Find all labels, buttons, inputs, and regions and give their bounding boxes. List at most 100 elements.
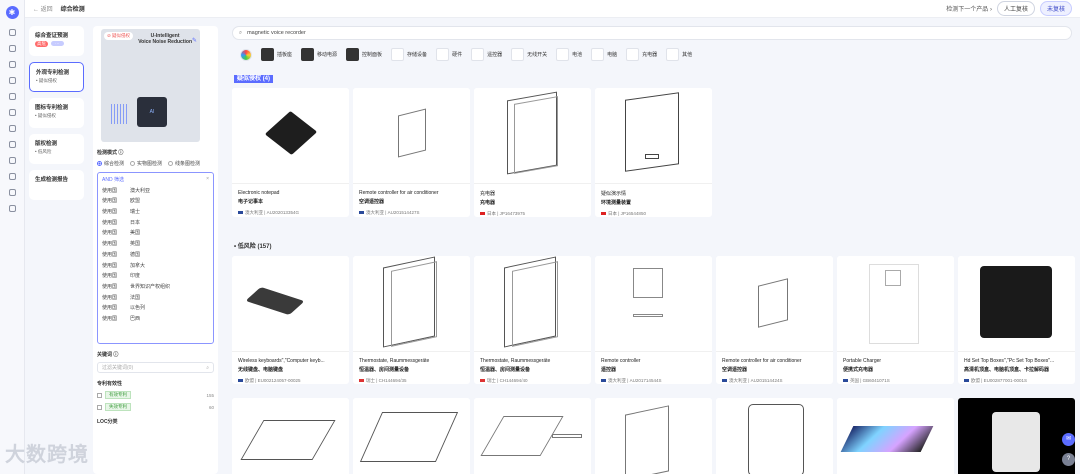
edit-icon[interactable]: ✎ (192, 37, 197, 44)
result-card[interactable]: Hd Set Top Boxes","Pc Set Top Boxes"... … (958, 256, 1075, 384)
nav-icon-12[interactable] (8, 205, 16, 212)
result-card[interactable]: Remote controller 遥控器 澳大利亚 | AU201714544… (595, 256, 712, 384)
unread-status-button[interactable]: 未复核 (1039, 1, 1072, 16)
result-card[interactable] (837, 398, 954, 474)
mode-option-line[interactable]: 线条图检测 (168, 160, 200, 167)
country-row[interactable]: 使用国 澳大利亚 (102, 187, 209, 194)
country-row[interactable]: 使用国 印度 (102, 272, 209, 279)
nav-card-title: 外观专利检测 (36, 70, 70, 76)
chip-category[interactable]: 硬件 (436, 48, 462, 61)
result-image (474, 398, 591, 474)
mode-option-combined[interactable]: 综合检测 (97, 160, 124, 167)
result-card[interactable]: 疑似演示情 环境测量装置 日本 | JP16544850 (595, 88, 712, 217)
country-row[interactable]: 使用国 法国 (102, 294, 209, 301)
nav-card-status: • 疑似侵权 (35, 113, 56, 118)
chip-category[interactable]: 充电器 (626, 48, 657, 61)
product-preview[interactable]: ⊘ 疑似侵权 U-Intelligent Voice Noise Reductio… (101, 29, 200, 142)
nav-icon-11[interactable] (8, 189, 16, 196)
result-card[interactable]: Thermostate, Raummessgeräte 恒温器、房间测量设备 瑞… (353, 256, 470, 384)
result-image (353, 398, 470, 474)
and-filter-label: AND 筛选 (102, 177, 124, 183)
search-query: magnetic voice recorder (247, 30, 306, 36)
risk-badge: 高危 (35, 41, 48, 47)
chat-icon[interactable]: ✉ (1062, 433, 1075, 446)
mode-radio-group: 综合检测 实物图检测 线条图检测 (97, 160, 214, 167)
search-input[interactable]: ⌕ magnetic voice recorder (232, 26, 1072, 40)
result-card[interactable]: Electronic notepad 电子记事本 澳大利亚 | AU202013… (232, 88, 349, 217)
radio-icon (130, 161, 136, 166)
nav-card-overall[interactable]: 综合查证预测 高危 ··· (29, 26, 84, 56)
chip-category[interactable]: 电池 (556, 48, 582, 61)
nav-card-report[interactable]: 生成检测报告 (29, 170, 84, 200)
result-card[interactable]: Remote controller for air conditioner 空调… (716, 256, 833, 384)
result-card[interactable] (716, 398, 833, 474)
help-icon[interactable]: ? (1062, 453, 1075, 466)
checkbox[interactable] (97, 404, 102, 410)
close-icon[interactable]: × (206, 176, 209, 183)
page-title: 综合检测 (60, 7, 85, 13)
result-card[interactable] (958, 398, 1075, 474)
chip-category[interactable]: 无线开关 (511, 48, 547, 61)
country-row[interactable]: 使用国 德国 (102, 251, 209, 258)
country-filter-box: AND 筛选 × 使用国 澳大利亚 使用国 欧盟 使用国 瑞士 使用国 日本 使用国 美国 … (97, 172, 214, 344)
validity-option-invalid[interactable]: 失效专利 60 (97, 403, 214, 411)
country-row[interactable]: 使用国 加拿大 (102, 262, 209, 269)
result-image (232, 88, 349, 184)
mode-option-photo[interactable]: 实物图检测 (130, 160, 162, 167)
nav-icon-7[interactable] (8, 125, 16, 132)
nav-icon-2[interactable] (8, 45, 16, 52)
nav-card-design-patent[interactable]: 外观专利检测 • 疑似侵权 (29, 62, 84, 92)
result-image (716, 256, 833, 352)
result-card[interactable]: Wireless keyboards","Computer keyb... 无线… (232, 256, 349, 384)
country-row[interactable]: 使用国 美国 (102, 229, 209, 236)
result-card[interactable] (595, 398, 712, 474)
nav-icon-9[interactable] (8, 157, 16, 164)
country-row[interactable]: 使用国 日本 (102, 219, 209, 226)
group-label: • 低风险 (157) (234, 244, 272, 250)
chip-color[interactable] (240, 48, 252, 61)
chip-category[interactable]: 遥控器 (471, 48, 502, 61)
country-row[interactable]: 使用国 以色列 (102, 304, 209, 311)
validity-option-valid[interactable]: 有效专利 155 (97, 391, 214, 399)
checkbox[interactable] (97, 392, 102, 398)
result-card[interactable]: Portable Charger 便携式充电器 英国 | GB6041071S (837, 256, 954, 384)
nav-rail: ✱ (0, 0, 25, 474)
result-card[interactable]: 充电器 充电器 日本 | JP16473975 (474, 88, 591, 217)
nav-icon-10[interactable] (8, 173, 16, 180)
search-icon[interactable]: ⌕ (206, 365, 209, 371)
country-row[interactable]: 使用国 瑞士 (102, 208, 209, 215)
next-product-link[interactable]: 检测下一个产品 › (946, 4, 992, 13)
result-card[interactable] (353, 398, 470, 474)
nav-icon-6[interactable] (8, 109, 16, 116)
country-row[interactable]: 使用国 英国 (102, 240, 209, 247)
chip-category[interactable]: 存储设备 (391, 48, 427, 61)
keyword-input[interactable]: 过滤关键词(0) ⌕ (97, 362, 214, 373)
chip-category[interactable]: 插板座 (261, 48, 292, 61)
mode-option-label: 线条图检测 (175, 161, 201, 167)
nav-icon-4[interactable] (8, 77, 16, 84)
chip-category[interactable]: 其他 (666, 48, 692, 61)
top-bar: ← 返回 综合检测 检测下一个产品 › 人工复核 未复核 (25, 0, 1080, 18)
chip-category[interactable]: 电脑 (591, 48, 617, 61)
country-row[interactable]: 使用国 世界知识产权组织 (102, 283, 209, 290)
result-card[interactable] (474, 398, 591, 474)
chip-category[interactable]: 移动电源 (301, 48, 337, 61)
country-row[interactable]: 使用国 巴西 (102, 315, 209, 322)
nav-icon-1[interactable] (8, 29, 16, 36)
radio-icon (168, 161, 174, 166)
nav-icon-5[interactable] (8, 93, 16, 100)
mode-option-label: 综合检测 (104, 161, 125, 167)
results-area: ⌕ magnetic voice recorder 插板座 移动电源 控制面板 … (224, 18, 1080, 474)
logo-icon[interactable]: ✱ (5, 6, 19, 19)
nav-card-icon-patent[interactable]: 图标专利检测 • 疑似侵权 (29, 98, 84, 128)
result-card[interactable]: Thermostate, Raummessgeräte 恒温器、房间测量设备 瑞… (474, 256, 591, 384)
back-link[interactable]: ← 返回 (33, 4, 53, 13)
nav-card-copyright[interactable]: 版权检测 • 低风险 (29, 134, 84, 164)
result-card[interactable]: Remote controller for air conditioner 空调… (353, 88, 470, 217)
chip-category[interactable]: 控制面板 (346, 48, 382, 61)
country-row[interactable]: 使用国 欧盟 (102, 197, 209, 204)
manual-review-button[interactable]: 人工复核 (996, 1, 1035, 16)
result-card[interactable] (232, 398, 349, 474)
nav-icon-3[interactable] (8, 61, 16, 68)
nav-icon-8[interactable] (8, 141, 16, 148)
